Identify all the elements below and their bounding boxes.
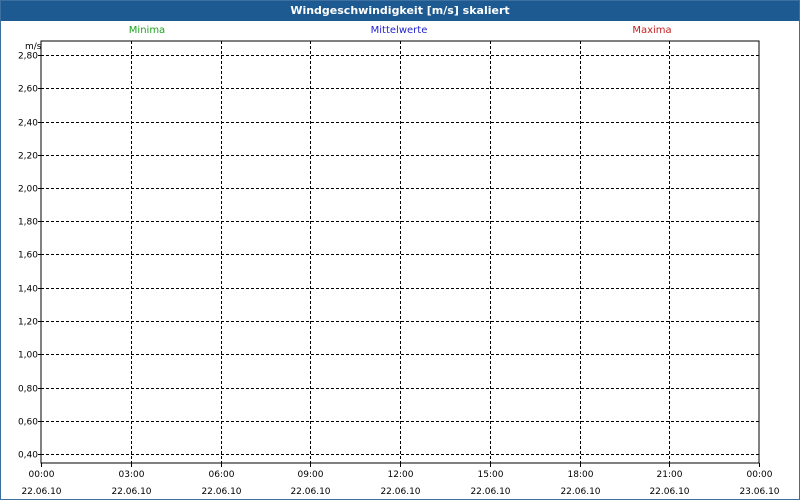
x-tick-date-label: 22.06.10: [470, 487, 510, 497]
x-tick-time-label: 00:00: [29, 470, 55, 480]
y-axis-label: m/s: [25, 42, 42, 52]
y-tick-label: 1,00: [18, 351, 38, 361]
y-tick-label: 2,80: [18, 52, 38, 62]
x-tick-time-label: 00:00: [747, 470, 773, 480]
x-tick-date-label: 22.06.10: [111, 487, 151, 497]
x-tick-date-label: 22.06.10: [201, 487, 241, 497]
x-tick-time-label: 21:00: [657, 470, 683, 480]
x-tick-time-label: 03:00: [119, 470, 145, 480]
x-tick-date-label: 22.06.10: [649, 487, 689, 497]
x-tick-date-label: 22.06.10: [560, 487, 600, 497]
y-tick-label: 0,40: [18, 451, 38, 461]
y-tick-label: 2,00: [18, 185, 38, 195]
x-tick-time-label: 09:00: [298, 470, 324, 480]
x-tick-date-label: 22.06.10: [380, 487, 420, 497]
y-tick-label: 1,80: [18, 218, 38, 228]
x-tick-date-label: 22.06.10: [290, 487, 330, 497]
y-tick-label: 0,80: [18, 385, 38, 395]
y-tick-label: 0,60: [18, 418, 38, 428]
y-tick-label: 1,60: [18, 251, 38, 261]
y-tick-label: 1,40: [18, 285, 38, 295]
x-tick-date-label: 22.06.10: [21, 487, 61, 497]
x-tick-date-label: 23.06.10: [739, 487, 779, 497]
x-tick-time-label: 15:00: [478, 470, 504, 480]
y-tick-label: 2,20: [18, 152, 38, 162]
x-tick-time-label: 12:00: [388, 470, 414, 480]
chart-window: Windgeschwindigkeit [m/s] skaliert Minim…: [0, 0, 800, 500]
y-tick-label: 2,60: [18, 85, 38, 95]
x-tick-time-label: 18:00: [568, 470, 594, 480]
y-tick-label: 2,40: [18, 119, 38, 129]
plot-area: m/s 2,80 2,60 2,40 2,20 2,00 1,80 1,60 1,40 1,20…: [18, 40, 780, 497]
y-tick-label: 1,20: [18, 318, 38, 328]
x-tick-time-label: 06:00: [209, 470, 235, 480]
